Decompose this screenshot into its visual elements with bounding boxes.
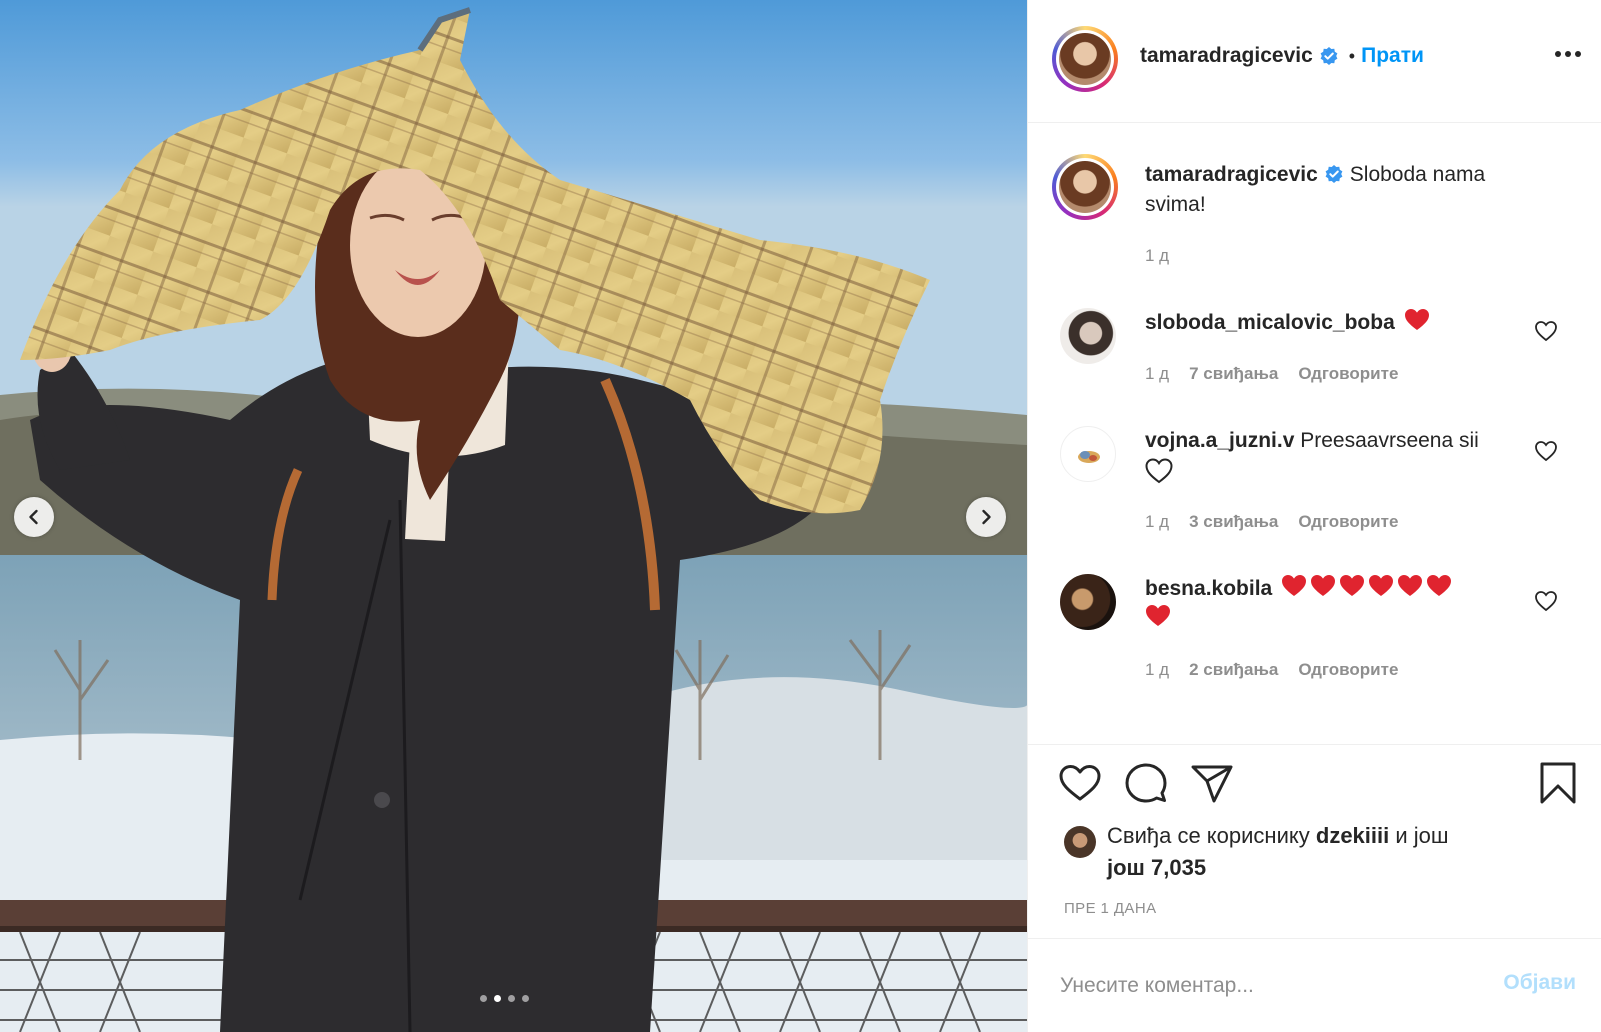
carousel-dot	[522, 995, 529, 1002]
verified-badge-icon	[1325, 165, 1343, 183]
like-comment-heart-icon[interactable]	[1534, 320, 1558, 342]
previous-image-button[interactable]	[14, 497, 54, 537]
follow-button[interactable]: Прати	[1361, 44, 1424, 68]
instagram-post-window: tamaradragicevic • Прати tamaradragicevi…	[0, 0, 1601, 1032]
red-heart-emoji-icon	[1398, 575, 1423, 596]
comment-like-count[interactable]: 3 свиђања	[1189, 512, 1278, 532]
likes-count[interactable]: још 7,035	[1107, 855, 1206, 880]
comment: vojna.a_juzni.v Preesaavrseena sii	[1145, 426, 1525, 484]
like-comment-heart-icon[interactable]	[1534, 590, 1558, 612]
likes-summary: Свиђа се кориснику dzekiiii и још још 7,…	[1107, 820, 1567, 884]
comment-username[interactable]: sloboda_micalovic_boba	[1145, 311, 1395, 334]
comment-meta: 1 д 7 свиђања Одговорите	[1145, 364, 1398, 384]
caption-text-line1: Sloboda nama	[1349, 163, 1486, 186]
verified-badge-icon	[1320, 47, 1338, 65]
comment-avatar[interactable]	[1060, 308, 1116, 364]
comment-time[interactable]: 1 д	[1145, 364, 1169, 384]
caption: tamaradragicevic Sloboda nama svima!	[1145, 160, 1565, 220]
comment-username[interactable]: besna.kobila	[1145, 577, 1272, 600]
caption-time[interactable]: 1 д	[1145, 246, 1169, 266]
red-heart-emoji-icon	[1311, 575, 1336, 596]
comments-section: tamaradragicevic Sloboda nama svima! 1 д…	[1028, 124, 1601, 744]
post-photo	[0, 0, 1027, 1032]
header-username[interactable]: tamaradragicevic	[1140, 44, 1313, 68]
likes-suffix: и још	[1395, 823, 1449, 848]
caption-meta: 1 д	[1145, 246, 1169, 266]
liker-username[interactable]: dzekiiii	[1316, 823, 1389, 848]
red-heart-emoji-icon	[1146, 605, 1170, 626]
comment-time[interactable]: 1 д	[1145, 512, 1169, 532]
carousel-indicator	[480, 995, 529, 1002]
red-heart-emoji-icon	[1427, 575, 1452, 596]
chevron-right-icon	[982, 509, 991, 525]
carousel-dot	[508, 995, 515, 1002]
comment-bubble-icon[interactable]	[1124, 762, 1168, 804]
post-comment-button[interactable]: Објави	[1503, 971, 1576, 995]
comment-username[interactable]: vojna.a_juzni.v	[1145, 429, 1294, 452]
likes-prefix: Свиђа се кориснику	[1107, 823, 1310, 848]
comment-input[interactable]	[1058, 967, 1472, 1005]
carousel-dot	[480, 995, 487, 1002]
share-direct-icon[interactable]	[1190, 764, 1234, 804]
comment: besna.kobila	[1145, 574, 1545, 634]
liker-avatar[interactable]	[1064, 826, 1096, 858]
avatar-image	[1059, 161, 1111, 213]
add-comment-bar: Објави	[1028, 938, 1601, 1032]
comment-like-count[interactable]: 7 свиђања	[1189, 364, 1278, 384]
post-side-panel: tamaradragicevic • Прати tamaradragicevi…	[1027, 0, 1601, 1032]
carousel-dot-active	[494, 995, 501, 1002]
red-heart-emoji-icon	[1282, 575, 1307, 596]
caption-username[interactable]: tamaradragicevic	[1145, 163, 1318, 186]
header-user-line: tamaradragicevic • Прати	[1140, 44, 1424, 68]
header-separator: •	[1348, 45, 1356, 66]
chevron-left-icon	[29, 509, 38, 525]
comment-meta: 1 д 3 свиђања Одговорите	[1145, 512, 1398, 532]
comment-text: Preesaavrseena sii	[1300, 429, 1479, 452]
next-image-button[interactable]	[966, 497, 1006, 537]
save-bookmark-icon[interactable]	[1538, 760, 1578, 806]
red-heart-emoji-icon	[1369, 575, 1394, 596]
more-options-icon[interactable]	[1554, 48, 1582, 60]
like-heart-icon[interactable]	[1058, 763, 1102, 803]
comment-avatar[interactable]	[1060, 574, 1116, 630]
reply-button[interactable]: Одговорите	[1298, 364, 1398, 384]
red-heart-emoji-icon	[1340, 575, 1365, 596]
comment-avatar[interactable]	[1060, 426, 1116, 482]
reply-button[interactable]: Одговорите	[1298, 512, 1398, 532]
caption-text-line2: svima!	[1145, 193, 1206, 216]
like-comment-heart-icon[interactable]	[1534, 440, 1558, 462]
red-heart-emoji-icon	[1404, 309, 1429, 330]
white-heart-emoji-icon	[1145, 458, 1173, 484]
post-header: tamaradragicevic • Прати	[1028, 0, 1601, 123]
comment: sloboda_micalovic_boba	[1145, 308, 1545, 338]
comment-like-count[interactable]: 2 свиђања	[1189, 660, 1278, 680]
author-avatar[interactable]	[1052, 26, 1118, 92]
post-date[interactable]: ПРЕ 1 ДАНА	[1064, 900, 1156, 917]
avatar-image	[1078, 451, 1100, 463]
comment-time[interactable]: 1 д	[1145, 660, 1169, 680]
comment-meta: 1 д 2 свиђања Одговорите	[1145, 660, 1398, 680]
caption-author-avatar[interactable]	[1052, 154, 1118, 220]
post-photo-image	[0, 0, 1027, 1032]
reply-button[interactable]: Одговорите	[1298, 660, 1398, 680]
avatar-image	[1059, 33, 1111, 85]
